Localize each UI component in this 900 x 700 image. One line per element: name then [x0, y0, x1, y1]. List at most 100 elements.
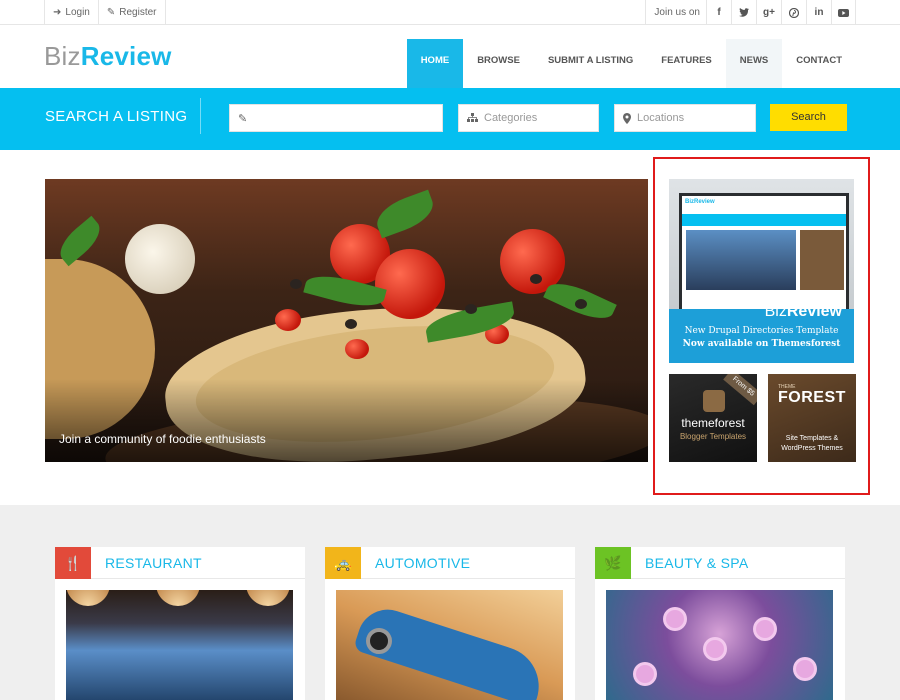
- pencil-icon: ✎: [106, 7, 116, 18]
- top-bar: ➜ Login ✎ Register Join us on f g+ in: [0, 0, 900, 25]
- blossom: [636, 665, 654, 683]
- hero-olive: [575, 299, 587, 309]
- ad3-subtitle: Site Templates & WordPress Themes: [781, 435, 843, 452]
- nav-submit-listing[interactable]: SUBMIT A LISTING: [534, 39, 647, 88]
- social-links: Join us on f g+ in: [645, 0, 856, 25]
- youtube-icon[interactable]: [831, 0, 856, 25]
- pinterest-icon[interactable]: [781, 0, 806, 25]
- category-card-header: 🚕 AUTOMOTIVE: [325, 547, 575, 579]
- hero-arugula: [371, 189, 439, 239]
- category-label[interactable]: AUTOMOTIVE: [375, 555, 470, 571]
- account-links: ➜ Login ✎ Register: [44, 0, 166, 25]
- leaf-icon: 🌿: [595, 547, 631, 579]
- ad-brand: BizReview: [669, 303, 854, 321]
- car-wheel: [366, 628, 392, 654]
- site-logo[interactable]: BizReview: [44, 41, 172, 72]
- ad2-title: themeforest: [681, 416, 745, 430]
- keyword-input[interactable]: ✎: [229, 104, 443, 132]
- category-card-beauty-spa[interactable]: 🌿 BEAUTY & SPA: [595, 547, 845, 700]
- locations-placeholder: Locations: [637, 112, 685, 124]
- fork-knife-icon: 🍴: [55, 547, 91, 579]
- page: ➜ Login ✎ Register Join us on f g+ in Bi…: [0, 0, 900, 700]
- pinterest-svg: [789, 7, 799, 18]
- ad-screen-sidebar: [800, 230, 844, 290]
- ad-screen-logo: BizReview: [682, 196, 846, 214]
- ad-line-2: Now available on Themesforest: [682, 339, 841, 349]
- hero-tomato: [275, 309, 301, 331]
- blossom: [706, 640, 724, 658]
- login-label: Login: [65, 7, 90, 18]
- ad-laptop: BizReview: [669, 179, 854, 309]
- taxi-icon: 🚕: [325, 547, 361, 579]
- linkedin-icon[interactable]: in: [806, 0, 831, 25]
- twitter-icon[interactable]: [731, 0, 756, 25]
- category-card-header: 🌿 BEAUTY & SPA: [595, 547, 845, 579]
- login-link[interactable]: ➜ Login: [44, 0, 98, 25]
- categories-select[interactable]: Categories: [458, 104, 599, 132]
- sitemap-icon: [467, 113, 478, 122]
- search-title: SEARCH A LISTING: [45, 108, 188, 125]
- price-badge: From $5: [723, 374, 757, 406]
- ad3-title: FOREST: [778, 389, 846, 406]
- ad-screen-hero: [686, 230, 796, 290]
- hero-caption-shade: [45, 379, 648, 462]
- ad-laptop-screen: BizReview: [679, 193, 849, 309]
- hero-tomato: [345, 339, 369, 359]
- register-label: Register: [119, 7, 157, 18]
- pencil-icon: ✎: [238, 112, 248, 125]
- nav-features[interactable]: FEATURES: [647, 39, 726, 88]
- map-marker-icon: [623, 112, 631, 124]
- nav-browse[interactable]: BROWSE: [463, 39, 534, 88]
- beauty-spa-image[interactable]: [606, 590, 833, 700]
- logo-part-biz: Biz: [44, 41, 81, 71]
- register-link[interactable]: ✎ Register: [97, 0, 166, 25]
- main-nav: HOME BROWSE SUBMIT A LISTING FEATURES NE…: [406, 39, 856, 88]
- restaurant-lamp: [156, 590, 200, 606]
- ad-screen-search-band: [682, 214, 846, 226]
- bizreview-ad-banner[interactable]: BizReview BizReview New Drupal Directori…: [669, 179, 854, 363]
- category-label[interactable]: BEAUTY & SPA: [645, 555, 748, 571]
- hero-olive: [345, 319, 357, 329]
- category-card-automotive[interactable]: 🚕 AUTOMOTIVE: [325, 547, 575, 700]
- ad-line-1: New Drupal Directories Template: [684, 326, 839, 336]
- hero-garlic: [125, 224, 195, 294]
- themeforest-blogger-ad[interactable]: From $5 themeforest Blogger Templates: [669, 374, 757, 462]
- hero-olive: [530, 274, 542, 284]
- ad2-subtitle: Blogger Templates: [679, 432, 747, 441]
- restaurant-lamp: [246, 590, 290, 606]
- blossom: [666, 610, 684, 628]
- themeforest-site-templates-ad[interactable]: THEME FOREST Site Templates & WordPress …: [768, 374, 856, 462]
- google-plus-icon[interactable]: g+: [756, 0, 781, 25]
- site-header: BizReview HOME BROWSE SUBMIT A LISTING F…: [0, 25, 900, 88]
- search-divider: [200, 98, 201, 134]
- hero-caption: Join a community of foodie enthusiasts: [59, 432, 266, 446]
- hero-slide[interactable]: Join a community of foodie enthusiasts: [45, 179, 648, 462]
- hero-olive: [290, 279, 302, 289]
- restaurant-image[interactable]: [66, 590, 293, 700]
- nav-contact[interactable]: CONTACT: [782, 39, 856, 88]
- search-bar: SEARCH A LISTING ✎ Categories Locations …: [0, 88, 900, 150]
- ad-brand-review: Review: [786, 303, 842, 320]
- login-icon: ➜: [53, 7, 62, 18]
- hero-olive: [465, 304, 477, 314]
- blossom: [756, 620, 774, 638]
- nav-home[interactable]: HOME: [406, 39, 464, 88]
- locations-input[interactable]: Locations: [614, 104, 756, 132]
- hero-tomato: [375, 249, 445, 319]
- automotive-image[interactable]: [336, 590, 563, 700]
- category-label[interactable]: RESTAURANT: [105, 555, 202, 571]
- nav-news[interactable]: NEWS: [725, 39, 783, 88]
- logo-part-review: Review: [80, 41, 172, 71]
- category-card-header: 🍴 RESTAURANT: [55, 547, 305, 579]
- themeforest-logo-icon: [703, 390, 725, 412]
- blossom: [796, 660, 814, 678]
- facebook-icon[interactable]: f: [706, 0, 731, 25]
- twitter-bird-svg: [739, 8, 749, 17]
- youtube-svg: [838, 8, 849, 17]
- category-card-restaurant[interactable]: 🍴 RESTAURANT: [55, 547, 305, 700]
- ad-brand-biz: Biz: [764, 303, 787, 320]
- join-us-label: Join us on: [645, 0, 706, 25]
- search-button[interactable]: Search: [770, 104, 847, 131]
- restaurant-lamp: [66, 590, 110, 606]
- categories-placeholder: Categories: [484, 112, 538, 124]
